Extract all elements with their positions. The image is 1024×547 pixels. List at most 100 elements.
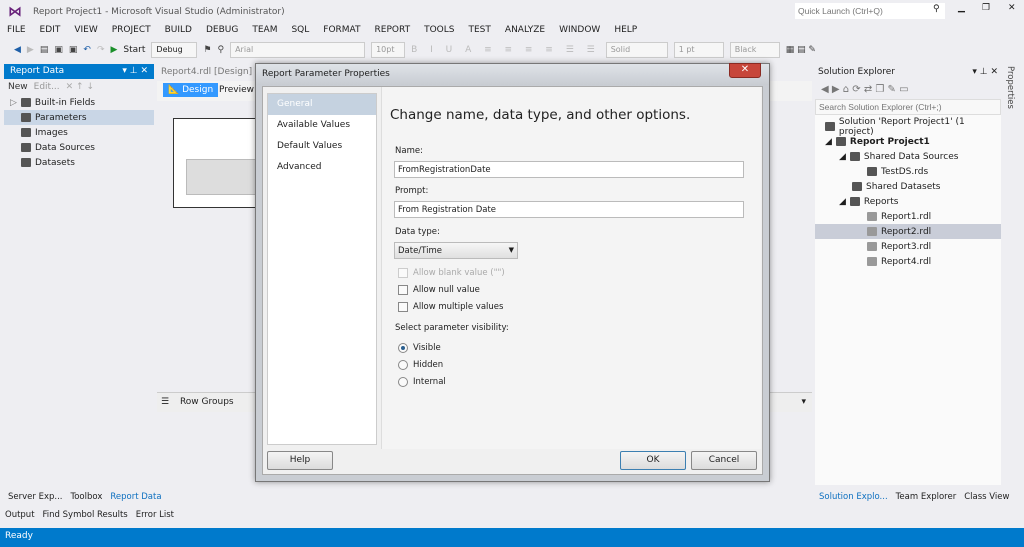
- report-icon: [867, 242, 877, 251]
- allow-multiple-checkbox[interactable]: Allow multiple values: [398, 298, 503, 315]
- menu-debug[interactable]: DEBUG: [199, 22, 245, 39]
- redo-icon[interactable]: ↷: [97, 45, 105, 55]
- radio-label: Internal: [413, 376, 446, 387]
- dialog-close-button[interactable]: ✕: [729, 63, 761, 78]
- format-icons[interactable]: B I U A ≡ ≡ ≡ ≡ ☰ ☰: [411, 45, 600, 55]
- tab-solution-explorer[interactable]: Solution Explo...: [819, 492, 888, 502]
- delete-icon[interactable]: ✕ ↑ ↓: [66, 82, 94, 92]
- nav-general[interactable]: General: [268, 94, 376, 115]
- tree-item-data-sources[interactable]: Data Sources: [10, 140, 154, 155]
- ok-button[interactable]: OK: [620, 451, 686, 470]
- name-field[interactable]: FromRegistrationDate: [394, 161, 744, 178]
- quick-launch-input[interactable]: [795, 3, 945, 19]
- tree-item-built-in-fields[interactable]: ▷ Built-in Fields: [10, 95, 154, 110]
- panel-controls[interactable]: ▾ ⊥ ✕: [972, 67, 998, 77]
- tab-report-data[interactable]: Report Data: [110, 492, 161, 502]
- start-icon[interactable]: ▶: [110, 45, 117, 55]
- folder-icon: [21, 143, 31, 152]
- menu-team[interactable]: TEAM: [245, 22, 284, 39]
- search-icon[interactable]: ⚲: [933, 4, 940, 14]
- tree-report1[interactable]: Report1.rdl: [815, 209, 1001, 224]
- prompt-field[interactable]: From Registration Date: [394, 201, 744, 218]
- design-tab[interactable]: 📐 Design: [163, 83, 219, 97]
- menu-build[interactable]: BUILD: [158, 22, 199, 39]
- tab-output[interactable]: Output: [5, 510, 35, 520]
- tab-team-explorer[interactable]: Team Explorer: [896, 492, 957, 502]
- document-tab[interactable]: Report4.rdl [Design]: [161, 67, 252, 77]
- menu-sql[interactable]: SQL: [284, 22, 316, 39]
- tree-testds[interactable]: TestDS.rds: [815, 164, 1001, 179]
- folder-icon: [849, 197, 860, 206]
- panel-controls[interactable]: ▾ ⊥ ✕: [122, 66, 148, 77]
- internal-radio[interactable]: Internal: [398, 373, 446, 390]
- border-icon[interactable]: ▦ ▤ ✎: [786, 45, 816, 55]
- menu-analyze[interactable]: ANALYZE: [498, 22, 552, 39]
- tree-report2[interactable]: Report2.rdl: [815, 224, 1001, 239]
- menu-tools[interactable]: TOOLS: [417, 22, 461, 39]
- restore-button[interactable]: ❐: [982, 3, 990, 13]
- tab-class-view[interactable]: Class View: [964, 492, 1009, 502]
- nav-default-values[interactable]: Default Values: [268, 136, 376, 157]
- undo-icon[interactable]: ↶: [83, 45, 91, 55]
- tab-server-explorer[interactable]: Server Exp...: [8, 492, 62, 502]
- line-width-select[interactable]: 1 pt: [673, 42, 724, 58]
- font-size-select[interactable]: 10pt: [371, 42, 406, 58]
- menu-help[interactable]: HELP: [607, 22, 644, 39]
- font-select[interactable]: Arial: [230, 42, 366, 58]
- menu-report[interactable]: REPORT: [368, 22, 418, 39]
- cancel-button[interactable]: Cancel: [691, 451, 757, 470]
- tree-label: Reports: [863, 196, 899, 207]
- attach-icon[interactable]: ⚑: [203, 45, 211, 55]
- tablix[interactable]: [186, 159, 256, 195]
- minimize-button[interactable]: ▁: [958, 3, 965, 13]
- back-icon[interactable]: ◀: [14, 45, 21, 55]
- visible-radio[interactable]: Visible: [398, 339, 441, 356]
- tree-shared-data-sources[interactable]: ◢ Shared Data Sources: [815, 149, 1001, 164]
- nav-advanced[interactable]: Advanced: [268, 157, 376, 178]
- tree-solution[interactable]: Solution 'Report Project1' (1 project): [815, 117, 1001, 137]
- tree-report3[interactable]: Report3.rdl: [815, 239, 1001, 254]
- start-button[interactable]: Start: [123, 45, 145, 55]
- new-project-icon[interactable]: ▤: [40, 45, 49, 55]
- tab-toolbox[interactable]: Toolbox: [70, 492, 102, 502]
- checkbox-label: Allow blank value (""): [413, 267, 505, 278]
- menu-format[interactable]: FORMAT: [316, 22, 367, 39]
- tree-item-datasets[interactable]: Datasets: [10, 155, 154, 170]
- new-button[interactable]: New: [8, 82, 28, 92]
- close-button[interactable]: ✕: [1008, 3, 1016, 13]
- checkbox-box: [398, 301, 408, 312]
- grouping-dropdown[interactable]: ▾: [801, 397, 806, 407]
- checkbox-box: [398, 284, 408, 295]
- tab-error-list[interactable]: Error List: [136, 510, 174, 520]
- allow-null-checkbox[interactable]: Allow null value: [398, 281, 480, 298]
- menu-file[interactable]: FILE: [0, 22, 33, 39]
- menu-edit[interactable]: EDIT: [33, 22, 68, 39]
- allow-blank-checkbox[interactable]: Allow blank value (""): [398, 264, 505, 281]
- hidden-radio[interactable]: Hidden: [398, 356, 443, 373]
- save-all-icon[interactable]: ▣: [69, 45, 78, 55]
- find-icon[interactable]: ⚲: [217, 45, 224, 55]
- properties-side-tab[interactable]: Properties: [1005, 66, 1015, 109]
- nav-available-values[interactable]: Available Values: [268, 115, 376, 136]
- config-select[interactable]: Debug: [151, 42, 198, 58]
- save-icon[interactable]: ▣: [54, 45, 63, 55]
- help-button[interactable]: Help: [267, 451, 333, 470]
- menu-window[interactable]: WINDOW: [552, 22, 607, 39]
- tree-item-parameters[interactable]: Parameters: [4, 110, 154, 125]
- preview-tab[interactable]: Preview: [219, 85, 254, 95]
- menu-project[interactable]: PROJECT: [105, 22, 158, 39]
- forward-icon[interactable]: ▶: [27, 45, 34, 55]
- line-style-select[interactable]: Solid: [605, 42, 668, 58]
- tree-item-images[interactable]: Images: [10, 125, 154, 140]
- solution-search-input[interactable]: [815, 99, 1001, 115]
- tab-find-symbol-results[interactable]: Find Symbol Results: [43, 510, 128, 520]
- menu-view[interactable]: VIEW: [67, 22, 104, 39]
- tree-reports[interactable]: ◢ Reports: [815, 194, 1001, 209]
- edit-button[interactable]: Edit...: [34, 82, 60, 92]
- tree-report4[interactable]: Report4.rdl: [815, 254, 1001, 269]
- solution-toolbar[interactable]: ◀ ▶ ⌂ ⟳ ⇄ ❐ ✎ ▭: [815, 80, 1001, 99]
- menu-test[interactable]: TEST: [462, 22, 498, 39]
- data-type-select[interactable]: Date/Time ▼: [394, 242, 518, 259]
- line-color-select[interactable]: Black: [729, 42, 780, 58]
- tree-shared-datasets[interactable]: Shared Datasets: [815, 179, 1001, 194]
